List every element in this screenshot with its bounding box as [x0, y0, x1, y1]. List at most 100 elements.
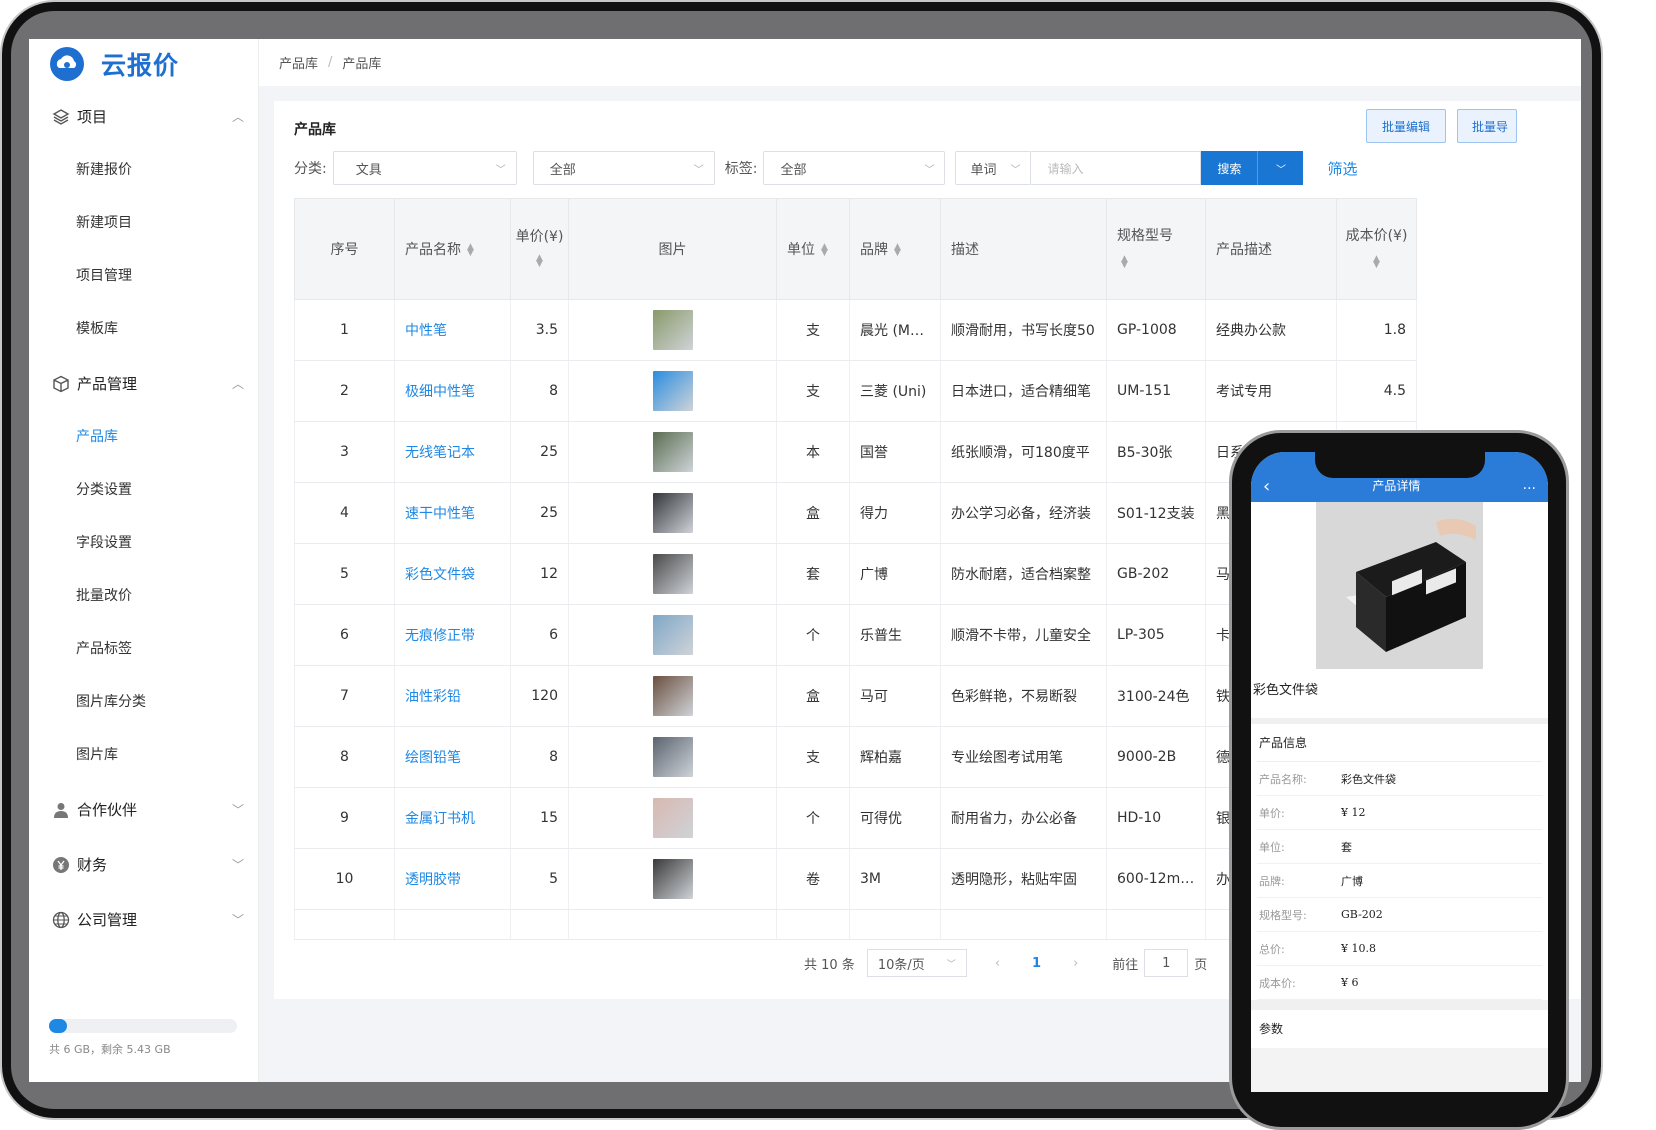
- cell-img: [568, 299, 777, 361]
- product-thumbnail[interactable]: [652, 737, 693, 777]
- search-button[interactable]: 搜索: [1201, 151, 1258, 185]
- product-name-link[interactable]: 油性彩铅: [405, 689, 461, 705]
- cell-no: 2: [294, 360, 395, 422]
- table-row[interactable]: 1 中性笔 3.5 支晨光 (M… 顺滑耐用，书写长度50 GP-1008 经典办公款 1.8: [294, 299, 1417, 361]
- sidebar-item[interactable]: 项目管理: [29, 250, 258, 303]
- batch-export-button[interactable]: 批量导: [1457, 109, 1517, 143]
- product-name-link[interactable]: 极细中性笔: [405, 384, 475, 400]
- prev-page-icon[interactable]: ‹: [995, 956, 1000, 971]
- col-price[interactable]: 单价(¥) ▲ ▼: [510, 198, 569, 300]
- page-size-select[interactable]: 10条/页 ﹀: [866, 949, 967, 977]
- table-row[interactable]: 2 极细中性笔 8 支三菱 (Uni) 日本进口，适合精细笔 UM-151 考试专用 4.5: [294, 360, 1417, 422]
- subcategory-select[interactable]: 全部 ﹀: [532, 151, 715, 185]
- search-dropdown-button[interactable]: ﹀: [1257, 151, 1304, 185]
- sidebar-item[interactable]: 产品库: [29, 411, 258, 464]
- category-select[interactable]: 文具 ﹀: [332, 151, 517, 185]
- breadcrumb-item[interactable]: 产品库: [279, 53, 318, 72]
- product-name-link[interactable]: 金属订书机: [405, 811, 475, 827]
- product-name-link[interactable]: 彩色文件袋: [405, 567, 475, 583]
- sidebar-item[interactable]: 分类设置: [29, 464, 258, 517]
- cell-desc: 色彩鲜艳，不易断裂: [940, 665, 1107, 727]
- sidebar-group-1[interactable]: 产品管理 ︿: [29, 356, 258, 411]
- product-name-link[interactable]: 无线笔记本: [405, 445, 475, 461]
- cell-desc: 日本进口，适合精细笔: [940, 360, 1107, 422]
- product-thumbnail[interactable]: [652, 798, 693, 838]
- cloud-logo-icon: [50, 47, 84, 81]
- app-logo[interactable]: 云报价: [29, 39, 258, 89]
- sidebar-group-3[interactable]: 财务 ﹀: [29, 837, 258, 892]
- product-name-link[interactable]: 绘图铅笔: [405, 750, 461, 766]
- cell-empty: [510, 909, 569, 940]
- back-icon[interactable]: ‹: [1263, 478, 1270, 496]
- product-thumbnail[interactable]: [652, 371, 693, 411]
- page-suffix: 页: [1194, 957, 1208, 973]
- cell-img: [568, 482, 777, 544]
- product-name-link[interactable]: 中性笔: [405, 323, 447, 339]
- product-thumbnail[interactable]: [652, 493, 693, 533]
- next-page-icon[interactable]: ›: [1073, 956, 1078, 971]
- col-image: 图片: [568, 198, 777, 300]
- sort-icon[interactable]: ▲ ▼: [536, 254, 543, 269]
- sidebar-item[interactable]: 图片库: [29, 729, 258, 782]
- search-field-select[interactable]: 单词 ﹀: [955, 151, 1032, 185]
- product-thumbnail[interactable]: [652, 310, 693, 350]
- product-thumbnail[interactable]: [652, 615, 693, 655]
- col-model[interactable]: 规格型号 ▲ ▼: [1106, 198, 1206, 300]
- chevron-up-icon: ︿: [231, 377, 244, 391]
- product-thumbnail[interactable]: [652, 432, 693, 472]
- cell-price: 120: [510, 665, 569, 727]
- tag-select[interactable]: 全部 ﹀: [763, 151, 946, 185]
- col-unit[interactable]: 单位 ▲ ▼: [776, 198, 850, 300]
- cell-price: 8: [510, 360, 569, 422]
- sidebar-item[interactable]: 产品标签: [29, 623, 258, 676]
- sidebar-item[interactable]: 新建报价: [29, 144, 258, 197]
- sidebar-item[interactable]: 字段设置: [29, 517, 258, 570]
- product-image[interactable]: [1251, 502, 1548, 669]
- phone-product-name: 彩色文件袋: [1251, 669, 1548, 724]
- cell-price: 15: [510, 787, 569, 849]
- cell-model: 9000-2B: [1106, 726, 1206, 788]
- sort-icon[interactable]: ▲ ▼: [467, 243, 474, 258]
- field-label: 规格型号:: [1259, 908, 1307, 922]
- product-name-link[interactable]: 速干中性笔: [405, 506, 475, 522]
- chevron-down-icon: ﹀: [693, 164, 704, 176]
- sidebar-item[interactable]: 图片库分类: [29, 676, 258, 729]
- goto-page-input[interactable]: 1: [1144, 949, 1189, 977]
- product-info-row: 总价: ¥ 10.8: [1257, 932, 1542, 966]
- sort-icon[interactable]: ▲ ▼: [894, 243, 901, 258]
- sidebar-item[interactable]: 新建项目: [29, 197, 258, 250]
- current-page[interactable]: 1: [1032, 956, 1041, 971]
- layers-icon: [51, 107, 71, 127]
- chevron-down-icon: ﹀: [231, 913, 244, 927]
- col-cost[interactable]: 成本价(¥) ▲ ▼: [1336, 198, 1417, 300]
- sort-icon[interactable]: ▲ ▼: [1373, 255, 1380, 270]
- search-input[interactable]: 请输入: [1031, 151, 1202, 185]
- sidebar-item[interactable]: 模板库: [29, 303, 258, 356]
- sidebar-group-2[interactable]: 合作伙伴 ﹀: [29, 782, 258, 837]
- more-icon[interactable]: ···: [1523, 482, 1536, 496]
- product-name-link[interactable]: 透明胶带: [405, 872, 461, 888]
- batch-edit-button[interactable]: 批量编辑: [1366, 109, 1446, 143]
- field-value: ¥ 12: [1341, 806, 1366, 819]
- sidebar-group-4[interactable]: 公司管理 ﹀: [29, 892, 258, 947]
- filter-link[interactable]: 筛选: [1327, 158, 1357, 179]
- col-description: 描述: [940, 198, 1107, 300]
- sidebar-item[interactable]: 批量改价: [29, 570, 258, 623]
- product-name-link[interactable]: 无痕修正带: [405, 628, 475, 644]
- sort-icon[interactable]: ▲ ▼: [1121, 255, 1128, 270]
- product-thumbnail[interactable]: [652, 554, 693, 594]
- product-thumbnail[interactable]: [652, 676, 693, 716]
- product-thumbnail[interactable]: [652, 859, 693, 899]
- cell-cost: 1.8: [1336, 299, 1417, 361]
- product-info-row: 单价: ¥ 12: [1257, 796, 1542, 830]
- cell-empty: [1106, 909, 1206, 940]
- col-brand[interactable]: 品牌 ▲ ▼: [849, 198, 941, 300]
- sidebar-group-0[interactable]: 项目 ︿: [29, 89, 258, 144]
- app-name: 云报价: [101, 51, 180, 80]
- col-product-name[interactable]: 产品名称 ▲ ▼: [394, 198, 511, 300]
- storage-usage: 共 6 GB，剩余 5.43 GB: [49, 1019, 237, 1057]
- cell-desc: 纸张顺滑，可180度平: [940, 421, 1107, 483]
- field-label: 单价:: [1259, 806, 1285, 820]
- sort-icon[interactable]: ▲ ▼: [821, 243, 828, 258]
- field-value: 广博: [1341, 874, 1363, 888]
